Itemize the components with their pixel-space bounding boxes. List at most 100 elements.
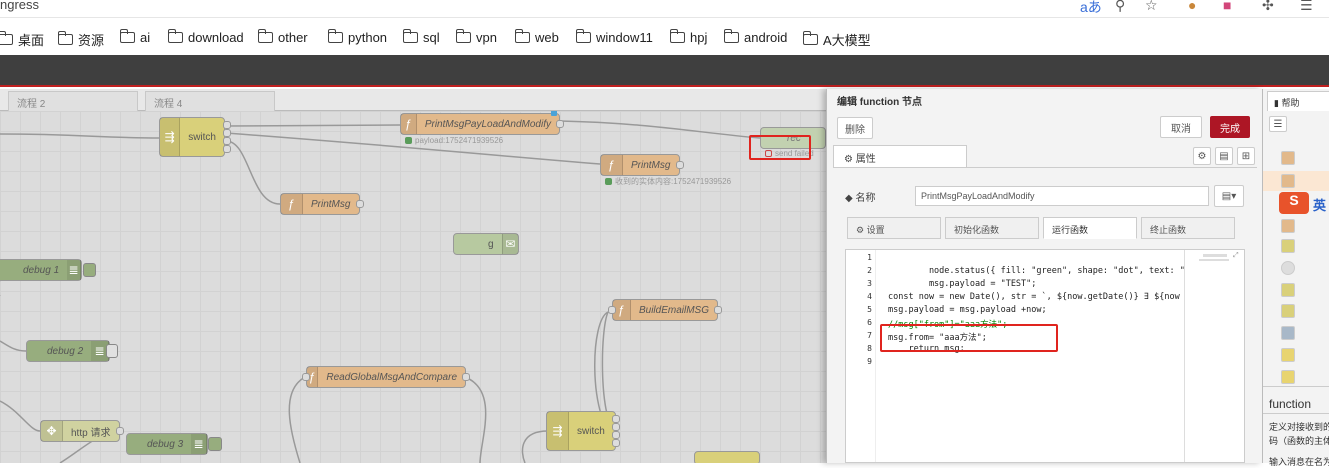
zoom-icon[interactable]: ⚲ — [1115, 0, 1125, 14]
name-input[interactable] — [915, 186, 1209, 206]
node-icon[interactable] — [1281, 370, 1295, 384]
output-port[interactable] — [612, 439, 620, 447]
output-port[interactable] — [223, 121, 231, 129]
output-port[interactable] — [223, 137, 231, 145]
tab-help[interactable]: ▮ 帮助 — [1267, 91, 1329, 111]
debug-toggle[interactable] — [106, 344, 118, 358]
debug-node-g[interactable]: g ✉ — [453, 233, 519, 255]
folder-icon — [57, 31, 73, 45]
bookmark-llm[interactable]: A大模型 — [802, 30, 871, 49]
folder-icon — [0, 31, 13, 45]
bookmark-download[interactable]: download — [167, 29, 244, 45]
address-bar[interactable]: ngress aあ ⚲ ☆ ● ■ ✣ ☰ — [0, 0, 1329, 18]
folder-icon — [669, 29, 685, 43]
node-icon[interactable] — [1281, 151, 1295, 165]
star-icon[interactable]: ☆ — [1145, 0, 1158, 14]
bookmark-android[interactable]: android — [723, 29, 787, 45]
switch-icon: ⇶ — [160, 118, 181, 156]
bookmark-window11[interactable]: window11 — [575, 29, 653, 45]
function-node-printmsg[interactable]: ƒ PrintMsg — [600, 154, 680, 176]
appearance-icon[interactable]: ⊞ — [1237, 147, 1255, 165]
bookmark-desktop[interactable]: 桌面 — [0, 30, 44, 49]
output-port[interactable] — [676, 161, 684, 169]
extension-icon[interactable]: ■ — [1223, 0, 1231, 13]
cookie-icon[interactable]: ● — [1188, 0, 1196, 13]
output-port[interactable] — [612, 423, 620, 431]
bookmark-other[interactable]: other — [257, 29, 308, 45]
tab-setup[interactable]: ⚙ 设置 — [847, 217, 941, 239]
output-port[interactable] — [612, 415, 620, 423]
switch-icon: ⇶ — [547, 412, 569, 450]
output-port[interactable] — [556, 120, 564, 128]
output-port[interactable] — [714, 306, 722, 314]
debug-node-2[interactable]: debug 2 ≣ — [26, 340, 110, 362]
delete-button[interactable]: 删除 — [837, 117, 873, 139]
tab-properties[interactable]: ⚙ 属性 — [833, 145, 967, 167]
bookmark-web[interactable]: web — [514, 29, 559, 45]
output-port[interactable] — [462, 373, 470, 381]
output-port[interactable] — [223, 129, 231, 137]
function-node-read-global[interactable]: ƒ ReadGlobalMsgAndCompare — [306, 366, 466, 388]
description-icon[interactable]: ▤ — [1215, 147, 1233, 165]
minimap[interactable]: ⤢ — [1184, 250, 1244, 462]
flow-canvas[interactable]: ⇶ switch ƒ PrintMsgPayLoadAndModify payl… — [0, 111, 826, 463]
edit-tray: 编辑 function 节点 删除 取消 完成 ⚙ 属性 ⚙ ▤ ⊞ ◆ 名称 … — [826, 89, 1262, 463]
library-button[interactable]: ▤▾ — [1214, 185, 1244, 207]
function-node-printmsg[interactable]: ƒ PrintMsg — [280, 193, 360, 215]
debug-node-1[interactable]: debug 1 ≣ — [0, 259, 82, 281]
cancel-button[interactable]: 取消 — [1160, 116, 1202, 138]
help-sidebar: ▮ 帮助 ☰ S 英 function 定义对接收到的 码（函数的主体 输入消息… — [1262, 89, 1329, 467]
ime-label: 英 — [1313, 198, 1327, 213]
debug-toggle[interactable] — [208, 437, 222, 451]
node-icon[interactable] — [1281, 261, 1295, 275]
translate-icon[interactable]: aあ — [1080, 0, 1102, 17]
node-icon[interactable] — [1281, 219, 1295, 233]
settings-icon[interactable]: ⚙ — [1193, 147, 1211, 165]
annotation-box — [749, 135, 811, 160]
bookmark-ai[interactable]: ai — [119, 29, 150, 45]
tab-init[interactable]: 初始化函数 — [945, 217, 1039, 239]
node-icon[interactable] — [1281, 348, 1295, 362]
input-port[interactable] — [302, 373, 310, 381]
output-port[interactable] — [223, 145, 231, 153]
node-icon[interactable] — [1281, 283, 1295, 297]
expand-icon[interactable]: ⤢ — [1233, 252, 1239, 260]
tab-run[interactable]: 运行函数 — [1043, 217, 1137, 239]
bookmark-python[interactable]: python — [327, 29, 387, 45]
node-icon[interactable] — [1281, 326, 1295, 340]
list-icon[interactable]: ☰ — [1269, 116, 1287, 132]
divider — [1263, 413, 1329, 414]
input-port[interactable] — [608, 306, 616, 314]
folder-icon — [167, 29, 183, 43]
tab-flow-2[interactable]: 流程 2 — [8, 91, 138, 111]
done-button[interactable]: 完成 — [1210, 116, 1250, 138]
ime-icon[interactable]: S — [1279, 192, 1309, 214]
debug-toggle[interactable] — [83, 263, 96, 277]
function-node-printmsg-modify[interactable]: ƒ PrintMsgPayLoadAndModify — [400, 113, 560, 135]
code-line: node.status({ fill: "green", shape: "dot… — [888, 266, 1185, 276]
tray-title: 编辑 function 节点 — [837, 97, 922, 108]
bookmark-sql[interactable]: sql — [402, 29, 440, 45]
tab-flow-4[interactable]: 流程 4 — [145, 91, 275, 111]
bookmark-resources[interactable]: 资源 — [57, 30, 104, 49]
switch-node[interactable]: ⇶ switch — [159, 117, 225, 157]
switch-node[interactable]: ⇶ switch — [546, 411, 616, 451]
function-icon[interactable] — [1281, 174, 1295, 188]
puzzle-icon[interactable]: ✣ — [1262, 0, 1274, 14]
partial-node[interactable] — [694, 451, 760, 463]
tab-close[interactable]: 终止函数 — [1141, 217, 1235, 239]
output-port[interactable] — [612, 431, 620, 439]
output-port[interactable] — [116, 427, 124, 435]
gear-icon: ⚙ — [844, 154, 856, 165]
output-port[interactable] — [356, 200, 364, 208]
function-node-build-email[interactable]: ƒ BuildEmailMSG — [612, 299, 718, 321]
folder-icon — [119, 29, 135, 43]
node-icon[interactable] — [1281, 239, 1295, 253]
bookmark-vpn[interactable]: vpn — [455, 29, 497, 45]
node-icon[interactable] — [1281, 304, 1295, 318]
debug-node-3[interactable]: debug 3 ≣ — [126, 433, 208, 455]
menu-icon[interactable]: ☰ — [1300, 0, 1313, 14]
code-editor[interactable]: 1 2 3 4 5 6 7 8 9 node.status({ fill: "g… — [845, 249, 1245, 463]
bookmark-hpj[interactable]: hpj — [669, 29, 707, 45]
http-request-node[interactable]: ✥ http 请求 — [40, 420, 120, 442]
